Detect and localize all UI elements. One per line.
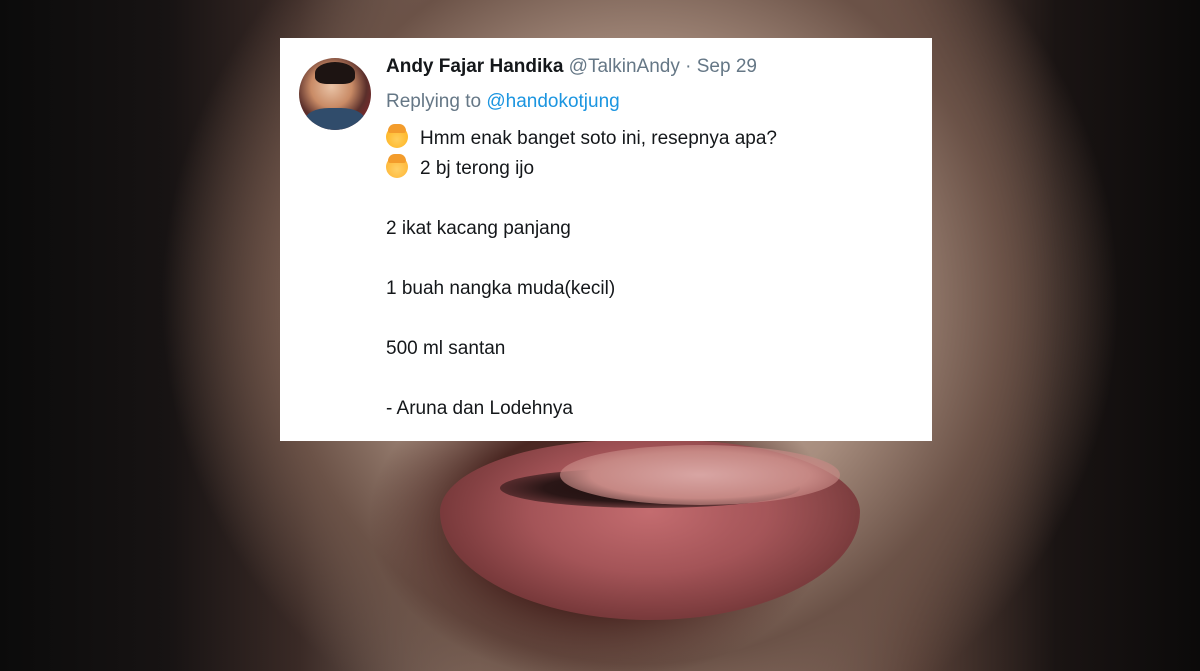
tweet-line: 2 bj terong ijo bbox=[386, 154, 777, 184]
tweet-line-text: - Aruna dan Lodehnya bbox=[386, 398, 573, 419]
tweet-date[interactable]: Sep 29 bbox=[697, 56, 757, 77]
tweet-card: Andy Fajar Handika @TalkinAndy · Sep 29 … bbox=[280, 38, 932, 441]
separator-dot: · bbox=[685, 56, 692, 77]
tweet-line-text: 2 bj terong ijo bbox=[420, 158, 535, 179]
man-emoji-icon bbox=[386, 124, 408, 148]
tongue-image bbox=[560, 445, 840, 505]
tweet-line: 500 ml santan bbox=[386, 334, 777, 364]
tweet-line: 1 buah nangka muda(kecil) bbox=[386, 274, 777, 304]
avatar[interactable] bbox=[299, 58, 371, 130]
tweet-body: Hmm enak banget soto ini, resepnya apa? … bbox=[386, 124, 777, 424]
tweet-line: 2 ikat kacang panjang bbox=[386, 214, 777, 244]
replying-mention-link[interactable]: @handokotjung bbox=[486, 91, 619, 112]
tweet-line: - Aruna dan Lodehnya bbox=[386, 394, 777, 424]
tweet-line-text: 500 ml santan bbox=[386, 338, 506, 359]
tweet-line-text: Hmm enak banget soto ini, resepnya apa? bbox=[420, 128, 777, 149]
author-name[interactable]: Andy Fajar Handika bbox=[386, 56, 563, 77]
author-handle[interactable]: @TalkinAndy bbox=[569, 56, 680, 77]
tweet-line-text: 2 ikat kacang panjang bbox=[386, 218, 571, 239]
avatar-hair bbox=[315, 62, 355, 84]
replying-prefix: Replying to bbox=[386, 91, 482, 112]
tweet-header: Andy Fajar Handika @TalkinAndy · Sep 29 bbox=[386, 55, 757, 79]
avatar-shirt bbox=[305, 108, 365, 130]
tweet-line: Hmm enak banget soto ini, resepnya apa? bbox=[386, 124, 777, 154]
tweet-line-text: 1 buah nangka muda(kecil) bbox=[386, 278, 616, 299]
woman-emoji-icon bbox=[386, 154, 408, 178]
replying-to-line: Replying to @handokotjung bbox=[386, 90, 620, 114]
